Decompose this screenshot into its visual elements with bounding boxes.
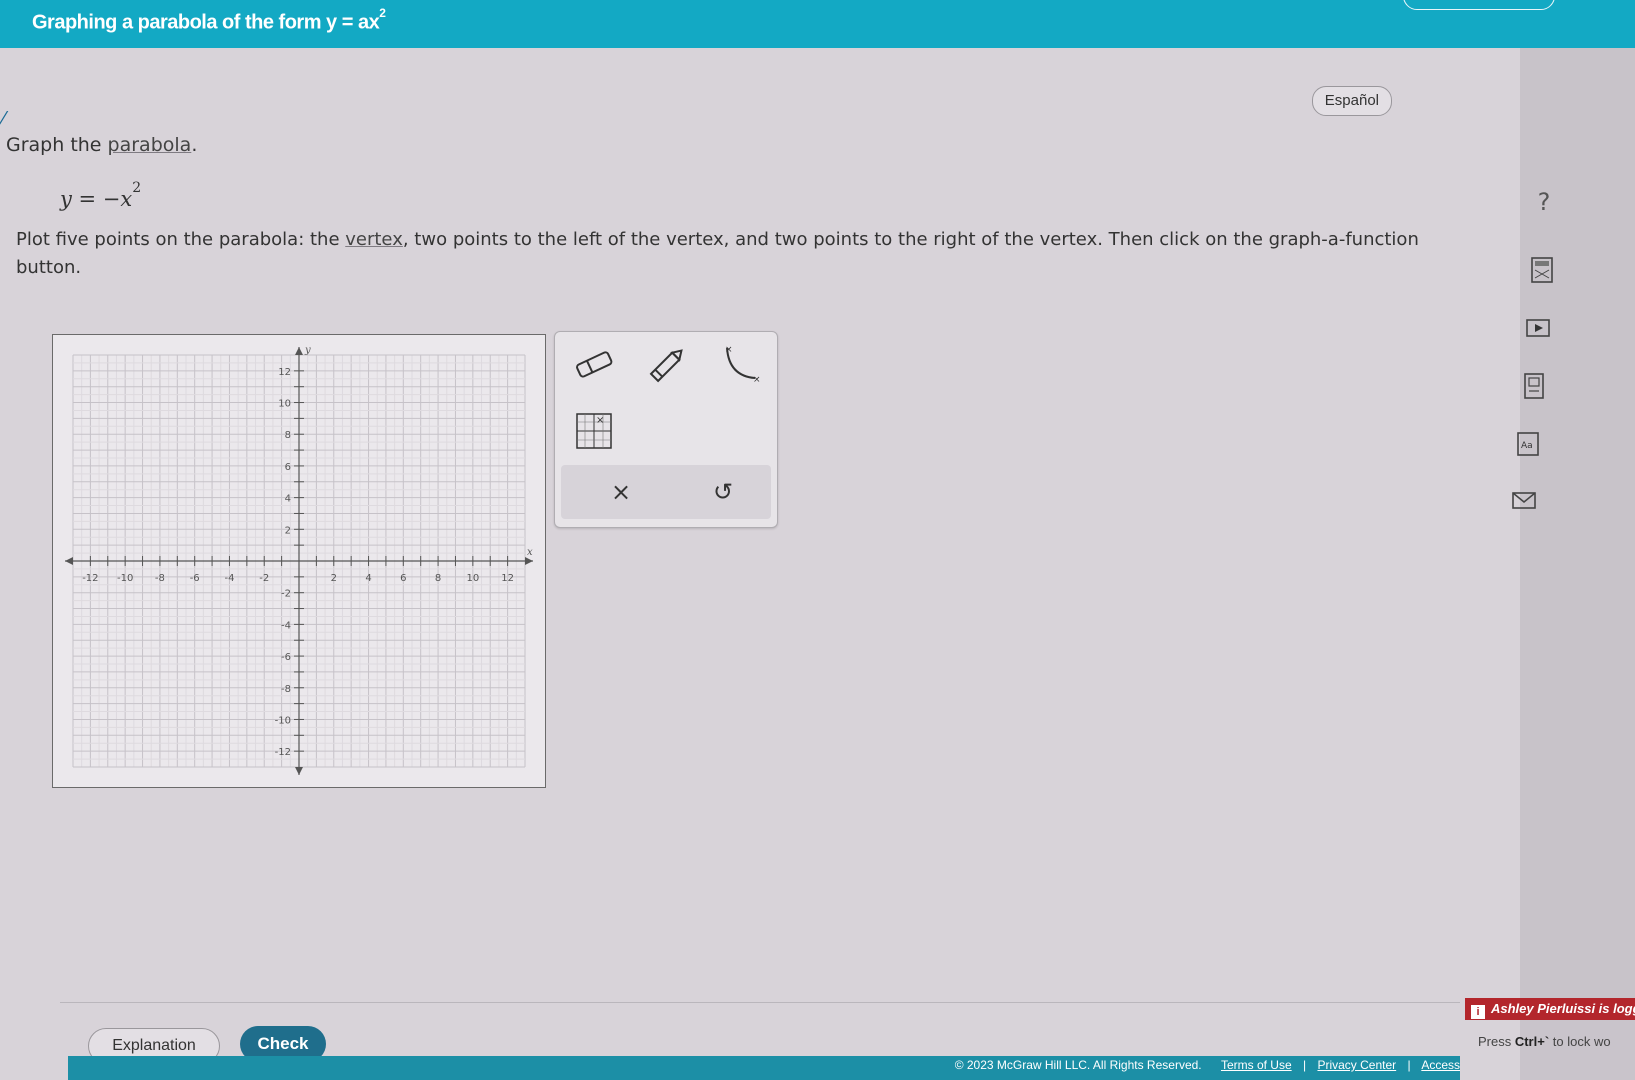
- message-icon: [1512, 492, 1536, 509]
- lock-hint-prefix: Press: [1478, 1034, 1515, 1049]
- y-axis-label: y: [304, 345, 311, 356]
- x-tick-label: 8: [435, 573, 441, 584]
- svg-text:Aa: Aa: [1521, 441, 1533, 451]
- point-table-icon: ×: [576, 413, 612, 449]
- x-tick-label: 4: [365, 573, 371, 584]
- x-tick-label: -8: [155, 573, 165, 584]
- header-bar: Graphing a parabola of the form y = ax2: [0, 0, 1635, 48]
- privacy-link[interactable]: Privacy Center: [1317, 1058, 1396, 1072]
- ebook-button[interactable]: [1520, 372, 1548, 400]
- graph-function-icon: × ×: [725, 345, 761, 385]
- equation-lhs: y = −x: [60, 187, 133, 211]
- x-tick-label: 10: [466, 573, 479, 584]
- tool-sidebar: ? Aa: [1512, 48, 1635, 998]
- undo-button[interactable]: ↺: [703, 475, 743, 509]
- parabola-link[interactable]: parabola: [108, 134, 192, 156]
- progress-check-icon: ⁄: [2, 108, 6, 129]
- point-table-button[interactable]: ×: [571, 410, 621, 454]
- y-tick-label: -6: [281, 652, 291, 663]
- x-tick-label: -10: [117, 573, 133, 584]
- vertex-link[interactable]: vertex: [345, 229, 403, 250]
- lock-hint: Press Ctrl+` to lock wo: [1478, 1034, 1635, 1049]
- glossary-button[interactable]: Aa: [1514, 430, 1542, 458]
- accessibility-link[interactable]: Access: [1421, 1058, 1460, 1072]
- video-icon: [1526, 319, 1550, 337]
- y-tick-label: -10: [275, 715, 291, 726]
- problem-prompt: Graph the parabola.: [6, 134, 197, 156]
- x-axis-arrow: [525, 557, 533, 565]
- x-axis-arrow: [65, 557, 73, 565]
- calculator-icon: [1531, 257, 1553, 283]
- title-exponent: 2: [379, 6, 386, 20]
- y-tick-label: -4: [281, 620, 291, 631]
- x-tick-label: 2: [331, 573, 337, 584]
- coordinate-plane[interactable]: -12 -10 -8 -6 -4 -2 2 4 6 8 10 12 12 10 8 6 4 2 -2 -4 -6 -8 -1…: [53, 335, 545, 787]
- svg-text:×: ×: [753, 375, 761, 385]
- instructions-text: Plot five points on the parabola: the ve…: [16, 226, 1436, 282]
- lock-icon: i: [1471, 1005, 1485, 1019]
- x-tick-label: -6: [190, 573, 200, 584]
- terms-link[interactable]: Terms of Use: [1221, 1058, 1292, 1072]
- y-tick-label: 10: [278, 399, 291, 410]
- video-button[interactable]: [1524, 314, 1552, 342]
- glossary-icon: Aa: [1517, 432, 1539, 456]
- footer-bar: © 2023 McGraw Hill LLC. All Rights Reser…: [68, 1056, 1460, 1080]
- instructions-part1: Plot five points on the parabola: the: [16, 229, 346, 250]
- y-tick-label: -8: [281, 684, 291, 695]
- x-tick-label: -4: [224, 573, 234, 584]
- tool-action-bar: × ↺: [561, 465, 771, 519]
- pencil-tool-button[interactable]: [643, 342, 693, 386]
- title-text: Graphing a parabola of the form y = ax: [32, 11, 380, 34]
- x-tick-label: 12: [501, 573, 514, 584]
- y-axis-arrow: [295, 347, 303, 355]
- footer-separator: |: [1407, 1058, 1411, 1072]
- y-tick-label: 2: [285, 525, 291, 536]
- x-tick-label: -2: [259, 573, 269, 584]
- login-banner-text: Ashley Pierluissi is logg: [1491, 1001, 1635, 1016]
- y-tick-label: -12: [275, 747, 291, 758]
- y-axis-arrow: [295, 767, 303, 775]
- svg-text:×: ×: [725, 345, 733, 355]
- y-tick-label: -2: [281, 589, 291, 600]
- lock-hint-keys: Ctrl+`: [1514, 1034, 1550, 1049]
- footer-separator: |: [1303, 1058, 1307, 1072]
- footer-links: © 2023 McGraw Hill LLC. All Rights Reser…: [955, 1058, 1460, 1072]
- eraser-icon: [576, 351, 613, 378]
- clear-button[interactable]: ×: [601, 475, 641, 509]
- eraser-tool-button[interactable]: [569, 342, 619, 386]
- y-tick-label: 4: [285, 494, 291, 505]
- ebook-icon: [1524, 373, 1544, 399]
- y-tick-label: 8: [285, 430, 291, 441]
- divider: [60, 1002, 1460, 1003]
- espanol-button[interactable]: Español: [1311, 86, 1392, 116]
- graph-toolbox: × × × × ↺: [554, 331, 778, 528]
- x-tick-label: 6: [400, 573, 406, 584]
- message-button[interactable]: [1510, 486, 1538, 514]
- prompt-end: .: [191, 134, 198, 156]
- svg-text:×: ×: [596, 415, 604, 426]
- calculator-button[interactable]: [1528, 256, 1556, 284]
- pencil-icon: [649, 349, 683, 383]
- x-axis-label: x: [527, 547, 533, 558]
- y-tick-label: 6: [285, 462, 291, 473]
- page-title: Graphing a parabola of the form y = ax2: [32, 6, 386, 35]
- graph-function-button[interactable]: × ×: [715, 342, 765, 386]
- graph-area[interactable]: -12 -10 -8 -6 -4 -2 2 4 6 8 10 12 12 10 8 6 4 2 -2 -4 -6 -8 -1…: [52, 334, 546, 788]
- copyright-text: © 2023 McGraw Hill LLC. All Rights Reser…: [954, 1058, 1202, 1072]
- equation-exponent: 2: [132, 180, 142, 196]
- prompt-text: Graph the: [6, 134, 108, 156]
- problem-panel: ⁄ Español Graph the parabola. y = −x2 Pl…: [0, 48, 1520, 1080]
- help-button[interactable]: ?: [1530, 188, 1558, 216]
- y-tick-label: 12: [278, 367, 291, 378]
- login-banner: i Ashley Pierluissi is logg: [1465, 998, 1635, 1020]
- header-menu-pill[interactable]: [1403, 0, 1555, 10]
- lock-hint-suffix: to lock wo: [1549, 1034, 1611, 1049]
- x-tick-label: -12: [82, 573, 98, 584]
- equation: y = −x2: [60, 180, 141, 211]
